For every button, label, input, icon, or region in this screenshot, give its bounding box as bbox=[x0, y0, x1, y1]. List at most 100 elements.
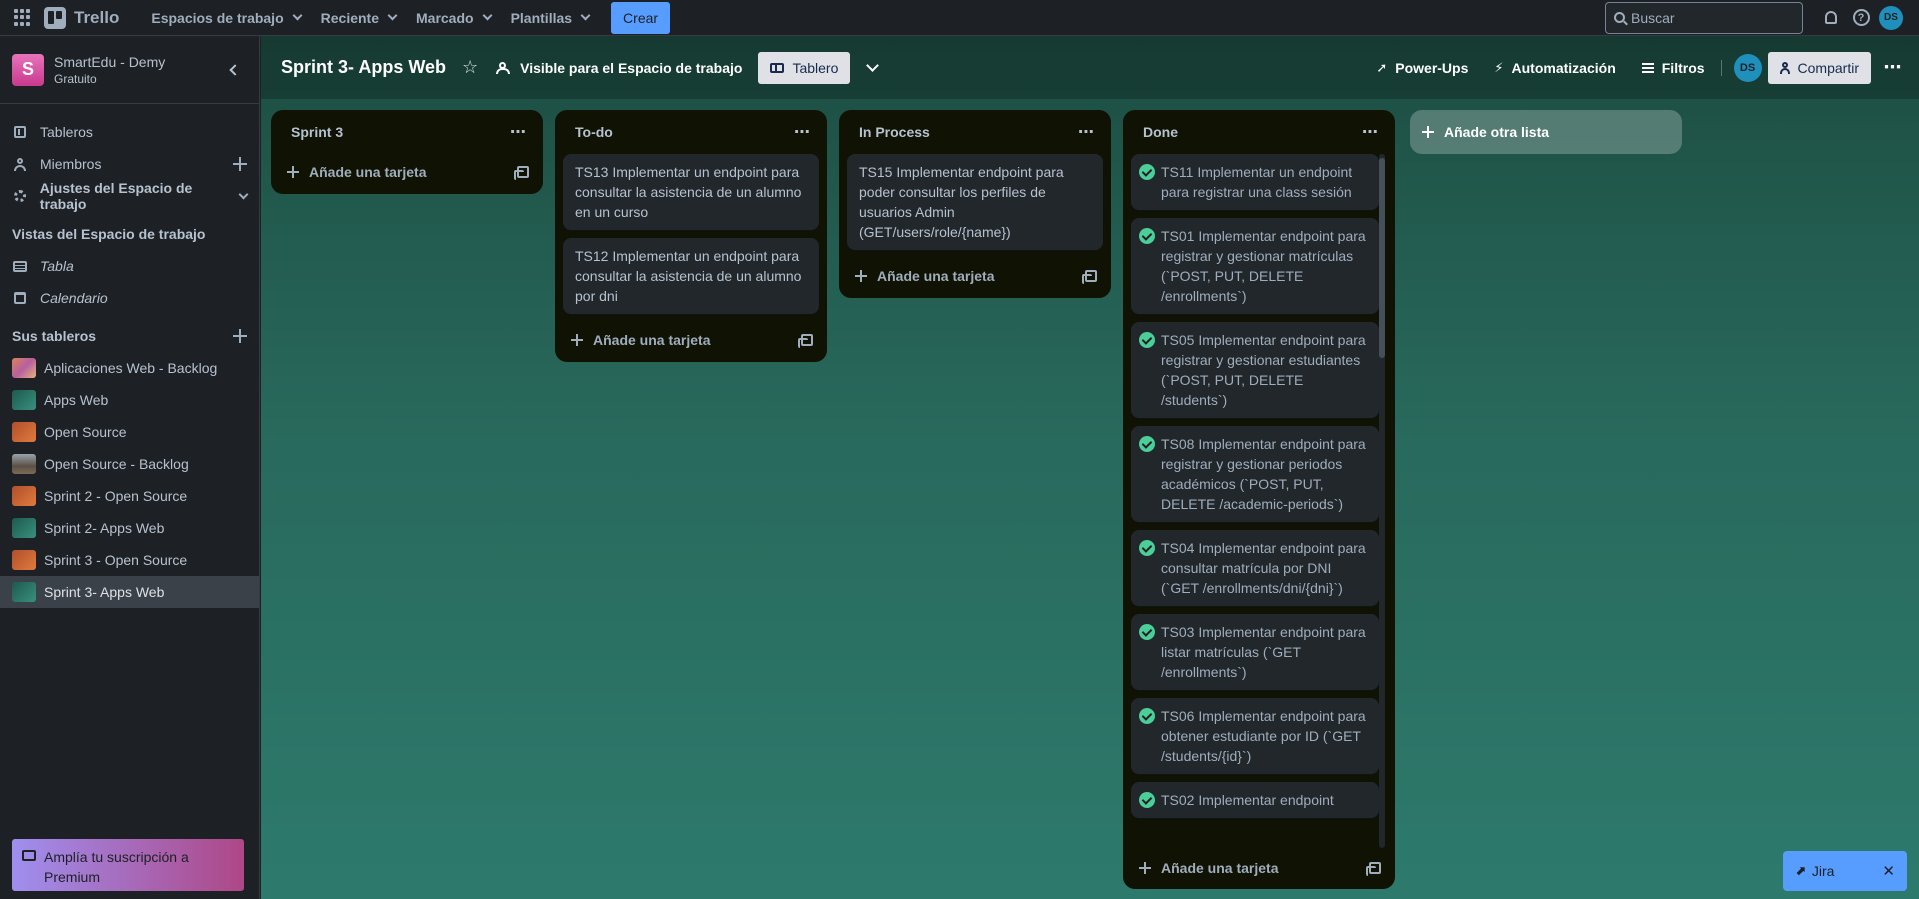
search-input[interactable] bbox=[1631, 9, 1791, 26]
app-switcher-icon[interactable] bbox=[14, 8, 32, 27]
add-list-button[interactable]: Añade otra lista bbox=[1410, 110, 1682, 154]
close-icon[interactable]: ✕ bbox=[1882, 862, 1895, 880]
sidebar-board-item[interactable]: Sprint 2 - Open Source bbox=[0, 480, 259, 512]
nav-workspaces[interactable]: Espacios de trabajo bbox=[141, 2, 310, 34]
your-boards-heading: Sus tableros bbox=[0, 320, 259, 352]
list-title[interactable]: In Process bbox=[859, 124, 930, 140]
star-icon[interactable]: ☆ bbox=[462, 57, 478, 78]
add-card-button[interactable]: Añade una tarjeta bbox=[847, 258, 1103, 294]
visibility-button[interactable]: Visible para el Espacio de trabajo bbox=[496, 60, 742, 76]
sidebar-board-item[interactable]: Apps Web bbox=[0, 384, 259, 416]
card[interactable]: TS03 Implementar endpoint para listar ma… bbox=[1131, 614, 1379, 690]
board-menu-button[interactable]: ⋯ bbox=[1877, 52, 1909, 84]
account-button[interactable]: DS bbox=[1877, 4, 1905, 32]
sidebar-board-item[interactable]: Open Source - Backlog bbox=[0, 448, 259, 480]
list-menu-icon[interactable]: ⋯ bbox=[1078, 122, 1095, 142]
sidebar-item-calendar-view[interactable]: Calendario bbox=[0, 282, 259, 314]
list-menu-icon[interactable]: ⋯ bbox=[510, 122, 527, 142]
sidebar-board-item[interactable]: Aplicaciones Web - Backlog bbox=[0, 352, 259, 384]
check-circle-icon[interactable] bbox=[1139, 228, 1155, 244]
sidebar-board-item[interactable]: Sprint 2- Apps Web bbox=[0, 512, 259, 544]
add-card-button[interactable]: Añade una tarjeta bbox=[1131, 850, 1387, 886]
list-menu-icon[interactable]: ⋯ bbox=[1362, 122, 1379, 142]
card-template-icon[interactable] bbox=[514, 166, 529, 180]
card[interactable]: TS06 Implementar endpoint para obtener e… bbox=[1131, 698, 1379, 774]
check-circle-icon[interactable] bbox=[1139, 436, 1155, 452]
list-sprint-3: Sprint 3 ⋯ Añade una tarjeta bbox=[271, 110, 543, 194]
powerups-label: Power-Ups bbox=[1395, 59, 1469, 76]
card-template-icon[interactable] bbox=[1082, 270, 1097, 284]
create-button[interactable]: Crear bbox=[611, 1, 671, 34]
nav-recent[interactable]: Reciente bbox=[311, 2, 406, 34]
board-name: Apps Web bbox=[44, 392, 109, 408]
check-circle-icon[interactable] bbox=[1139, 332, 1155, 348]
check-circle-icon[interactable] bbox=[1139, 540, 1155, 556]
add-card-button[interactable]: Añade una tarjeta bbox=[279, 154, 535, 190]
upgrade-premium-button[interactable]: Amplía tu suscripción a Premium bbox=[12, 839, 244, 891]
nav-templates[interactable]: Plantillas bbox=[501, 2, 599, 34]
bell-icon bbox=[1825, 11, 1837, 24]
notifications-button[interactable] bbox=[1817, 4, 1845, 32]
share-button[interactable]: Compartir bbox=[1767, 51, 1871, 84]
board-title[interactable]: Sprint 3- Apps Web bbox=[281, 57, 446, 78]
gear-icon bbox=[12, 189, 28, 203]
check-circle-icon[interactable] bbox=[1139, 708, 1155, 724]
check-circle-icon[interactable] bbox=[1139, 624, 1155, 640]
list-menu-icon[interactable]: ⋯ bbox=[794, 122, 811, 142]
add-member-icon[interactable] bbox=[233, 157, 247, 171]
card-title: TS08 Implementar endpoint para registrar… bbox=[1161, 436, 1366, 512]
list-title[interactable]: Done bbox=[1143, 124, 1178, 140]
collapse-sidebar-button[interactable] bbox=[219, 56, 247, 84]
card[interactable]: TS11 Implementar un endpoint para regist… bbox=[1131, 154, 1379, 210]
add-board-icon[interactable] bbox=[233, 329, 247, 343]
workspace-name[interactable]: SmartEdu - Demy bbox=[54, 54, 165, 70]
board-name: Open Source - Backlog bbox=[44, 456, 189, 472]
trello-logo-icon bbox=[44, 6, 66, 29]
switch-view-button[interactable] bbox=[856, 52, 888, 84]
boards-list: Aplicaciones Web - Backlog Apps Web Open… bbox=[0, 352, 259, 608]
search-icon bbox=[1614, 12, 1625, 23]
add-card-button[interactable]: Añade una tarjeta bbox=[563, 322, 819, 358]
sidebar-item-table-view[interactable]: Tabla bbox=[0, 250, 259, 282]
scrollbar-thumb[interactable] bbox=[1379, 158, 1385, 358]
board-header-actions: ➚ Power-Ups ⚡ Automatización Filtros DS … bbox=[1360, 51, 1909, 84]
done-cards-container: TS11 Implementar un endpoint para regist… bbox=[1131, 154, 1387, 848]
automation-button[interactable]: ⚡ Automatización bbox=[1484, 52, 1625, 84]
card-template-icon[interactable] bbox=[1366, 862, 1381, 876]
search-box[interactable] bbox=[1605, 1, 1803, 34]
card[interactable]: TS04 Implementar endpoint para consultar… bbox=[1131, 530, 1379, 606]
help-button[interactable]: ? bbox=[1847, 4, 1875, 32]
trello-logo[interactable]: Trello bbox=[44, 6, 119, 29]
top-nav-menu: Espacios de trabajo Reciente Marcado Pla… bbox=[141, 1, 671, 34]
filters-button[interactable]: Filtros bbox=[1632, 52, 1715, 84]
board-member-avatar[interactable]: DS bbox=[1733, 53, 1762, 82]
board-view-button[interactable]: Tablero bbox=[758, 51, 851, 84]
sidebar-item-boards[interactable]: Tableros bbox=[0, 116, 259, 148]
sidebar-board-item-active[interactable]: Sprint 3- Apps Web bbox=[0, 576, 259, 608]
card[interactable]: TS12 Implementar un endpoint para consul… bbox=[563, 238, 819, 314]
card-template-icon[interactable] bbox=[798, 334, 813, 348]
card[interactable]: TS13 Implementar un endpoint para consul… bbox=[563, 154, 819, 230]
jira-widget[interactable]: ⬈ Jira ✕ bbox=[1783, 851, 1907, 891]
sidebar-board-item[interactable]: Open Source bbox=[0, 416, 259, 448]
sidebar-item-settings[interactable]: Ajustes del Espacio de trabajo bbox=[0, 180, 259, 212]
card[interactable]: TS01 Implementar endpoint para registrar… bbox=[1131, 218, 1379, 314]
card[interactable]: TS15 Implementar endpoint para poder con… bbox=[847, 154, 1103, 250]
workspace-sidebar: S SmartEdu - Demy Gratuito Tableros Miem… bbox=[0, 36, 260, 899]
nav-starred[interactable]: Marcado bbox=[406, 2, 501, 34]
sidebar-item-members[interactable]: Miembros bbox=[0, 148, 259, 180]
card[interactable]: TS08 Implementar endpoint para registrar… bbox=[1131, 426, 1379, 522]
board-icon bbox=[12, 125, 28, 139]
card[interactable]: TS05 Implementar endpoint para registrar… bbox=[1131, 322, 1379, 418]
check-circle-icon[interactable] bbox=[1139, 164, 1155, 180]
workspace-logo[interactable]: S bbox=[12, 53, 44, 86]
add-list-label: Añade otra lista bbox=[1444, 124, 1550, 140]
card[interactable]: TS02 Implementar endpoint bbox=[1131, 782, 1379, 818]
powerups-button[interactable]: ➚ Power-Ups bbox=[1366, 52, 1478, 84]
check-circle-icon[interactable] bbox=[1139, 792, 1155, 808]
nav-starred-label: Marcado bbox=[416, 9, 474, 26]
sidebar-board-item[interactable]: Sprint 3 - Open Source bbox=[0, 544, 259, 576]
list-title[interactable]: Sprint 3 bbox=[291, 124, 343, 140]
list-title[interactable]: To-do bbox=[575, 124, 613, 140]
scrollbar[interactable] bbox=[1379, 154, 1385, 848]
